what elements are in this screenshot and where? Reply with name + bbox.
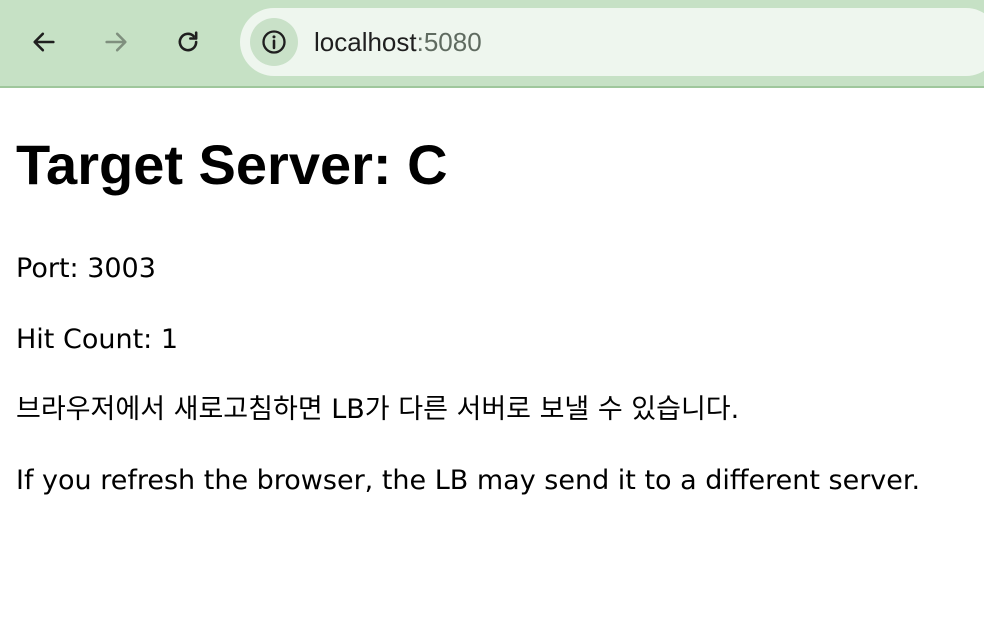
- address-bar[interactable]: localhost:5080: [240, 8, 984, 76]
- reload-button[interactable]: [166, 20, 210, 64]
- hit-count-text: Hit Count: 1: [16, 324, 179, 355]
- info-icon: [262, 30, 286, 54]
- arrow-left-icon: [33, 32, 55, 52]
- port-text: Port: 3003: [16, 253, 156, 284]
- english-refresh-note: If you refresh the browser, the LB may s…: [16, 465, 921, 496]
- forward-button[interactable]: [94, 20, 138, 64]
- browser-toolbar: localhost:5080: [0, 0, 984, 88]
- back-button[interactable]: [22, 20, 66, 64]
- reload-icon: [178, 31, 198, 52]
- arrow-right-icon: [105, 32, 127, 52]
- url-host: localhost: [314, 27, 417, 57]
- korean-refresh-note: 브라우저에서 새로고침하면 LB가 다른 서버로 보낼 수 있습니다.: [16, 394, 740, 425]
- site-info-button[interactable]: [250, 18, 298, 66]
- page-title: Target Server: C: [16, 133, 448, 196]
- url-port: :5080: [416, 27, 482, 57]
- url-text[interactable]: localhost:5080: [314, 26, 482, 58]
